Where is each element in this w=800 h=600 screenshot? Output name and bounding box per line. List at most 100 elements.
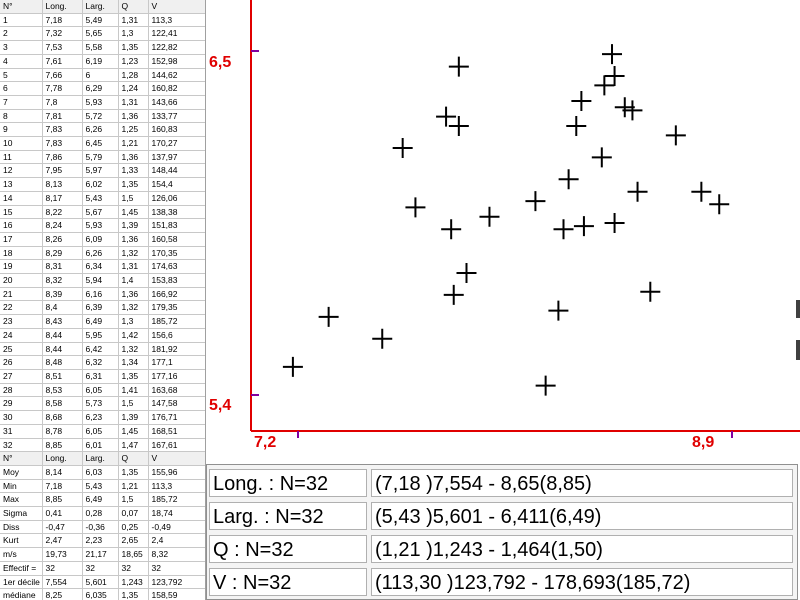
table-cell[interactable]: 167,61 [148,438,205,453]
column-header[interactable]: V [148,451,205,466]
table-row[interactable]: 16 8,24 5,93 1,39 151,83 [0,218,205,233]
table-row[interactable]: 28 8,53 6,05 1,41 163,68 [0,383,205,398]
table-cell[interactable]: 7,78 [42,81,83,96]
table-cell[interactable]: 8,29 [42,246,83,261]
table-cell[interactable]: 5,93 [82,95,119,110]
table-cell[interactable]: 7,61 [42,54,83,69]
table-cell[interactable]: 1,35 [118,588,149,600]
table-cell[interactable]: 8,31 [42,259,83,275]
data-grid[interactable]: N° Long. Larg. Q V 1 7,18 5,49 1,31 113,3 2 7,32 5,6… [0,0,206,600]
table-row[interactable]: 30 8,68 6,23 1,39 176,71 [0,410,205,425]
table-cell[interactable]: 158,59 [148,588,205,600]
table-cell[interactable]: 7,32 [42,26,83,42]
table-cell[interactable]: 185,72 [148,314,205,329]
table-cell[interactable]: 6 [0,81,43,96]
table-cell[interactable]: 8,78 [42,424,83,439]
table-cell[interactable]: 122,41 [148,26,205,42]
table-cell[interactable]: 8,51 [42,369,83,384]
table-cell[interactable]: Max [0,492,43,508]
table-cell[interactable]: 177,1 [148,355,205,370]
table-cell[interactable]: 1er décile [0,575,43,590]
table-cell[interactable]: 8,14 [42,465,83,480]
table-cell[interactable]: 18,74 [148,506,205,521]
table-cell[interactable]: 28 [0,383,43,398]
table-row[interactable]: 6 7,78 6,29 1,24 160,82 [0,81,205,96]
table-cell[interactable]: 4 [0,54,43,69]
table-cell[interactable]: 166,92 [148,287,205,302]
table-cell[interactable]: 6,16 [82,287,119,302]
table-cell[interactable]: 1,35 [118,369,149,384]
table-cell[interactable]: 152,98 [148,54,205,69]
table-cell[interactable]: 26 [0,355,43,370]
column-header[interactable]: Long. [42,451,83,466]
table-row[interactable]: 15 8,22 5,67 1,45 138,38 [0,205,205,220]
table-cell[interactable]: 7,81 [42,109,83,124]
table-row[interactable]: 3 7,53 5,58 1,35 122,82 [0,40,205,55]
table-cell[interactable]: 160,83 [148,122,205,138]
table-row[interactable]: 29 8,58 5,73 1,5 147,58 [0,396,205,412]
table-row[interactable]: 2 7,32 5,65 1,3 122,41 [0,26,205,42]
table-cell[interactable]: 1,5 [118,191,149,206]
table-cell[interactable]: 1,21 [118,136,149,151]
table-cell[interactable]: 32 [82,561,119,576]
table-row[interactable]: Min 7,18 5,43 1,21 113,3 [0,479,205,494]
table-cell[interactable]: 7,83 [42,122,83,138]
table-cell[interactable]: 25 [0,342,43,357]
table-cell[interactable]: 6,49 [82,314,119,329]
table-cell[interactable]: 8 [0,109,43,124]
table-cell[interactable]: 5,97 [82,163,119,179]
table-cell[interactable]: 8,32 [148,547,205,562]
table-cell[interactable]: 5,94 [82,273,119,288]
table-cell[interactable]: 32 [118,561,149,576]
table-cell[interactable]: 8,53 [42,383,83,398]
table-cell[interactable]: 168,51 [148,424,205,439]
table-cell[interactable]: 147,58 [148,396,205,412]
table-cell[interactable]: 0,41 [42,506,83,521]
table-cell[interactable]: 156,6 [148,328,205,343]
table-row[interactable]: 21 8,39 6,16 1,36 166,92 [0,287,205,302]
table-cell[interactable]: 7,18 [42,13,83,28]
table-cell[interactable]: 32 [148,561,205,576]
table-cell[interactable]: 1,36 [118,287,149,302]
table-cell[interactable]: 5,43 [82,191,119,206]
table-cell[interactable]: Min [0,479,43,494]
table-cell[interactable]: 170,27 [148,136,205,151]
table-cell[interactable]: 153,83 [148,273,205,288]
table-cell[interactable]: 6,45 [82,136,119,151]
table-cell[interactable]: 7,95 [42,163,83,179]
table-cell[interactable]: 21,17 [82,547,119,562]
table-cell[interactable]: -0,47 [42,520,83,535]
table-cell[interactable]: 143,66 [148,95,205,110]
table-cell[interactable]: 1,36 [118,232,149,247]
table-row[interactable]: 20 8,32 5,94 1,4 153,83 [0,273,205,288]
table-cell[interactable]: 1,32 [118,300,149,316]
table-cell[interactable]: 160,58 [148,232,205,247]
table-cell[interactable]: 24 [0,328,43,343]
table-row[interactable]: 7 7,8 5,93 1,31 143,66 [0,95,205,110]
table-row[interactable]: 19 8,31 6,34 1,31 174,63 [0,259,205,275]
table-cell[interactable]: 1,3 [118,26,149,42]
table-cell[interactable]: 1,47 [118,438,149,453]
table-cell[interactable]: 12 [0,163,43,179]
table-cell[interactable]: 6,09 [82,232,119,247]
table-cell[interactable]: 6,01 [82,438,119,453]
table-cell[interactable]: 32 [0,438,43,453]
table-cell[interactable]: 6,32 [82,355,119,370]
grid-header-row[interactable]: N° Long. Larg. Q V [0,451,205,466]
table-cell[interactable]: 8,58 [42,396,83,412]
table-cell[interactable]: 15 [0,205,43,220]
table-cell[interactable]: 7,86 [42,150,83,165]
table-cell[interactable]: 1,35 [118,40,149,55]
table-cell[interactable]: 13 [0,177,43,192]
table-cell[interactable]: 1,42 [118,328,149,343]
column-header[interactable]: N° [0,0,43,14]
column-header[interactable]: V [148,0,205,14]
table-cell[interactable]: 5,58 [82,40,119,55]
table-cell[interactable]: 1,25 [118,122,149,138]
table-cell[interactable]: 27 [0,369,43,384]
table-cell[interactable]: -0,49 [148,520,205,535]
table-cell[interactable]: 1,35 [118,465,149,480]
table-cell[interactable]: 17 [0,232,43,247]
table-row[interactable]: Moy 8,14 6,03 1,35 155,96 [0,465,205,480]
table-cell[interactable]: 8,85 [42,438,83,453]
